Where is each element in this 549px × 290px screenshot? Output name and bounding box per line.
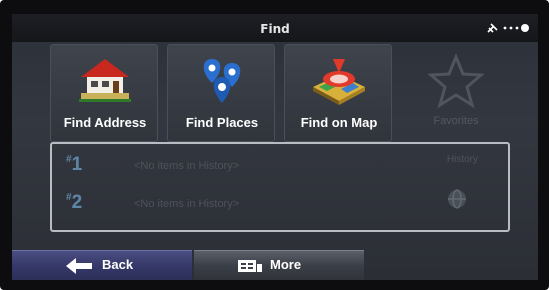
status-area [486, 22, 532, 34]
more-icon [238, 258, 262, 278]
house-icon [75, 53, 135, 109]
back-button[interactable]: Back [12, 250, 192, 280]
find-address-label: Find Address [63, 115, 147, 130]
poi-pins-icon [192, 53, 252, 109]
satellite-icon [487, 23, 498, 33]
bottom-bar: Back More [12, 250, 538, 280]
find-menu: Find Address Find Places Find on Map Fav… [50, 44, 510, 142]
history-row[interactable]: #1 <No items in History> [52, 148, 412, 184]
screen: Find Find Address Find Places Find on Ma… [12, 14, 538, 280]
map-target-icon [309, 53, 369, 109]
find-places-label: Find Places [185, 115, 259, 130]
find-on-map-button[interactable]: Find on Map [284, 44, 392, 142]
favorites-button[interactable]: Favorites [401, 44, 509, 142]
find-on-map-label: Find on Map [300, 115, 378, 130]
more-label: More [270, 257, 302, 272]
device-bezel: Find Find Address Find Places Find on Ma… [0, 0, 549, 290]
history-row[interactable]: #2 <No items in History> [52, 186, 412, 222]
find-places-button[interactable]: Find Places [167, 44, 275, 142]
back-label: Back [102, 257, 134, 272]
history-row-text: <No items in History> [134, 160, 240, 172]
signal-dots-icon [503, 24, 529, 32]
title-bar: Find [12, 14, 538, 42]
globe-icon [446, 188, 468, 210]
history-panel: #1 <No items in History> #2 <No items in… [50, 142, 510, 232]
history-row-number: #1 [66, 154, 83, 175]
page-title: Find [260, 22, 290, 36]
find-address-button[interactable]: Find Address [50, 44, 158, 142]
history-row-text: <No items in History> [134, 198, 240, 210]
more-button[interactable]: More [194, 250, 364, 280]
star-icon [426, 53, 486, 109]
history-row-number: #2 [66, 192, 83, 213]
back-arrow-icon [66, 258, 92, 278]
favorites-label: Favorites [433, 115, 479, 127]
history-button[interactable]: History [447, 154, 478, 165]
